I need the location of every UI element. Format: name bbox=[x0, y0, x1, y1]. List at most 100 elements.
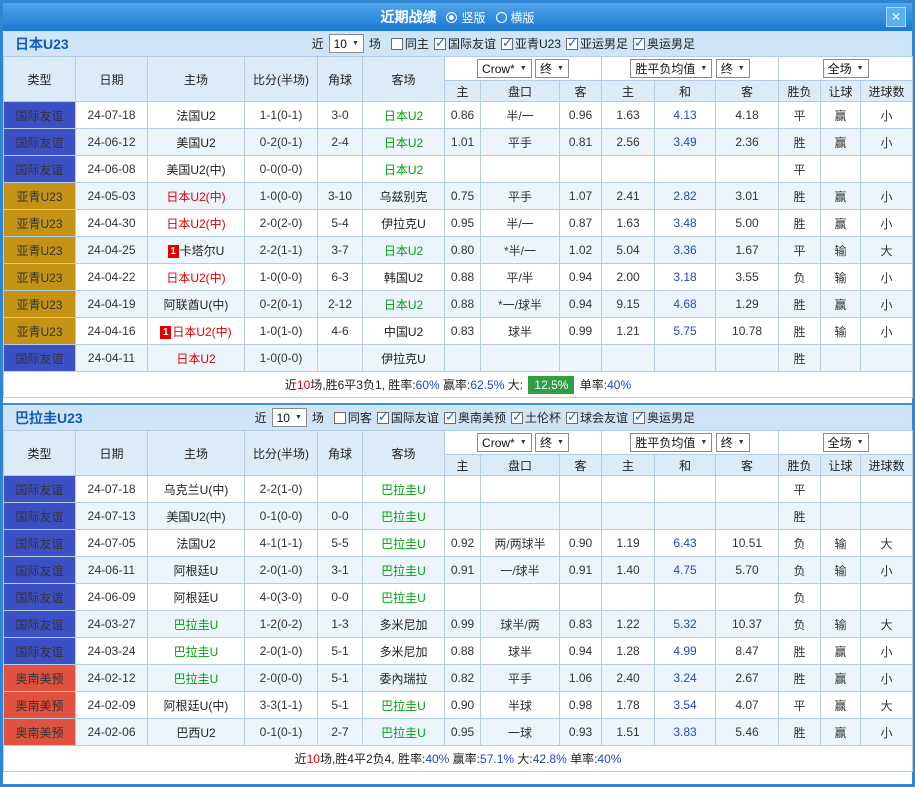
away-team-name: 中国U2 bbox=[384, 325, 423, 339]
col-header-home: 主场 bbox=[148, 57, 245, 102]
filter-checkbox[interactable]: 奥运男足 bbox=[633, 35, 695, 52]
euro-away-odds-cell bbox=[716, 584, 779, 611]
odds-source-select[interactable]: Crow*▼ bbox=[477, 59, 532, 78]
euro-source-select[interactable]: 胜平负均值▼ bbox=[630, 433, 712, 452]
scope-select[interactable]: 全场▼ bbox=[823, 59, 869, 78]
away-team-name: 巴拉圭U bbox=[381, 591, 426, 605]
away-team-name: 日本U2 bbox=[384, 136, 423, 150]
checkbox-icon[interactable] bbox=[511, 412, 523, 424]
goals-cell bbox=[861, 503, 913, 530]
corner-cell: 3-10 bbox=[318, 183, 363, 210]
away-team-name: 伊拉克U bbox=[381, 352, 426, 366]
home-team-name: 法国U2 bbox=[176, 109, 215, 123]
home-team-cell: 巴拉圭U bbox=[148, 638, 245, 665]
checkbox-icon[interactable] bbox=[633, 38, 645, 50]
filter-checkbox[interactable]: 同主 bbox=[391, 35, 429, 52]
checkbox-icon[interactable] bbox=[391, 38, 403, 50]
close-button[interactable]: ✕ bbox=[886, 7, 906, 27]
asian-home-odds-cell: 0.95 bbox=[445, 719, 481, 746]
handicap-cell: 半/一 bbox=[481, 102, 560, 129]
games-count-select[interactable]: 10 ▼ bbox=[329, 34, 364, 53]
filter-checkbox[interactable]: 亚运男足 bbox=[566, 35, 628, 52]
handicap-cell: 两/两球半 bbox=[481, 530, 560, 557]
scope-select[interactable]: 全场▼ bbox=[823, 433, 869, 452]
checkbox-icon[interactable] bbox=[566, 38, 578, 50]
filter-checkbox[interactable]: 亚青U23 bbox=[501, 35, 561, 52]
corner-cell: 3-1 bbox=[318, 557, 363, 584]
checkbox-label: 奥运男足 bbox=[647, 409, 695, 426]
euro-draw-odds-cell: 3.24 bbox=[655, 665, 716, 692]
euro-time-select[interactable]: 终▼ bbox=[716, 433, 750, 452]
handicap-cell: 半/一 bbox=[481, 210, 560, 237]
euro-home-odds-cell: 2.00 bbox=[602, 264, 655, 291]
euro-home-odds-cell: 1.78 bbox=[602, 692, 655, 719]
away-team-name: 巴拉圭U bbox=[381, 726, 426, 740]
summary-text: 近10场,胜6平3负1, 胜率:60% 赢率:62.5% 大: 12.5% 单率… bbox=[4, 372, 913, 398]
odds-time-select[interactable]: 终▼ bbox=[535, 433, 569, 452]
checkbox-icon[interactable] bbox=[633, 412, 645, 424]
euro-away-odds-cell: 3.55 bbox=[716, 264, 779, 291]
date-cell: 24-04-16 bbox=[76, 318, 148, 345]
result-cell: 负 bbox=[779, 264, 821, 291]
section-paraguay-u23: 巴拉圭U23 近 10 ▼ 场 同客国际友谊奥南美预土伦杯球会友谊奥运男足 bbox=[3, 405, 912, 772]
filter-checkbox[interactable]: 奥运男足 bbox=[633, 409, 695, 426]
type-badge: 亚青U23 bbox=[4, 264, 76, 291]
filter-checkbox[interactable]: 国际友谊 bbox=[434, 35, 496, 52]
filter-checkbox[interactable]: 球会友谊 bbox=[566, 409, 628, 426]
match-row: 奥南美预24-02-09阿根廷U(中)3-3(1-1)5-1巴拉圭U0.90半球… bbox=[4, 692, 913, 719]
type-badge: 国际友谊 bbox=[4, 129, 76, 156]
horizontal-layout-radio[interactable]: 横版 bbox=[496, 9, 535, 26]
checkbox-icon[interactable] bbox=[501, 38, 513, 50]
date-cell: 24-07-05 bbox=[76, 530, 148, 557]
euro-draw-odds-cell: 6.43 bbox=[655, 530, 716, 557]
date-cell: 24-07-18 bbox=[76, 102, 148, 129]
chevron-down-icon: ▼ bbox=[557, 439, 564, 446]
col-header-result: 胜负 bbox=[779, 81, 821, 102]
type-badge: 国际友谊 bbox=[4, 476, 76, 503]
checkbox-label: 球会友谊 bbox=[580, 409, 628, 426]
score-cell: 0-0(0-0) bbox=[245, 156, 318, 183]
col-header-handicap-result: 让球 bbox=[821, 81, 861, 102]
checkbox-icon[interactable] bbox=[444, 412, 456, 424]
handicap-result-cell: 赢 bbox=[821, 183, 861, 210]
summary-segment: 10 bbox=[297, 378, 310, 392]
filter-checkbox[interactable]: 奥南美预 bbox=[444, 409, 506, 426]
date-cell: 24-06-09 bbox=[76, 584, 148, 611]
euro-away-odds-cell: 2.67 bbox=[716, 665, 779, 692]
odds-source-select[interactable]: Crow*▼ bbox=[477, 433, 532, 452]
date-cell: 24-06-12 bbox=[76, 129, 148, 156]
filter-checkbox[interactable]: 土伦杯 bbox=[511, 409, 561, 426]
home-team-name: 阿根廷U bbox=[174, 591, 219, 605]
vertical-layout-radio[interactable]: 竖版 bbox=[446, 9, 485, 26]
asian-home-odds-cell: 0.88 bbox=[445, 638, 481, 665]
date-cell: 24-04-22 bbox=[76, 264, 148, 291]
checkbox-icon[interactable] bbox=[377, 412, 389, 424]
odds-source-value: Crow* bbox=[482, 62, 515, 76]
col-header-handicap: 盘口 bbox=[481, 81, 560, 102]
games-count-select[interactable]: 10 ▼ bbox=[272, 408, 307, 427]
type-badge: 亚青U23 bbox=[4, 210, 76, 237]
home-team-name: 阿根廷U(中) bbox=[164, 699, 229, 713]
checkbox-icon[interactable] bbox=[566, 412, 578, 424]
checkbox-icon[interactable] bbox=[434, 38, 446, 50]
euro-away-odds-cell: 10.78 bbox=[716, 318, 779, 345]
euro-time-select[interactable]: 终▼ bbox=[716, 59, 750, 78]
checkbox-icon[interactable] bbox=[334, 412, 346, 424]
euro-source-select[interactable]: 胜平负均值▼ bbox=[630, 59, 712, 78]
euro-home-odds-cell: 1.51 bbox=[602, 719, 655, 746]
type-badge: 国际友谊 bbox=[4, 584, 76, 611]
filter-checkbox[interactable]: 同客 bbox=[334, 409, 372, 426]
euro-draw-odds-cell: 3.49 bbox=[655, 129, 716, 156]
chevron-down-icon: ▼ bbox=[738, 439, 745, 446]
match-row: 奥南美预24-02-06巴西U20-1(0-1)2-7巴拉圭U0.95一球0.9… bbox=[4, 719, 913, 746]
home-team-cell: 日本U2(中) bbox=[148, 264, 245, 291]
home-team-name: 日本U2(中) bbox=[166, 190, 225, 204]
away-team-cell: 巴拉圭U bbox=[363, 692, 445, 719]
summary-segment: 10 bbox=[307, 752, 320, 766]
match-row: 亚青U2324-04-22日本U2(中)1-0(0-0)6-3韩国U20.88平… bbox=[4, 264, 913, 291]
asian-home-odds-cell: 0.82 bbox=[445, 665, 481, 692]
corner-cell: 3-7 bbox=[318, 237, 363, 264]
filter-checkbox[interactable]: 国际友谊 bbox=[377, 409, 439, 426]
odds-time-select[interactable]: 终▼ bbox=[535, 59, 569, 78]
score-cell: 1-0(1-0) bbox=[245, 318, 318, 345]
